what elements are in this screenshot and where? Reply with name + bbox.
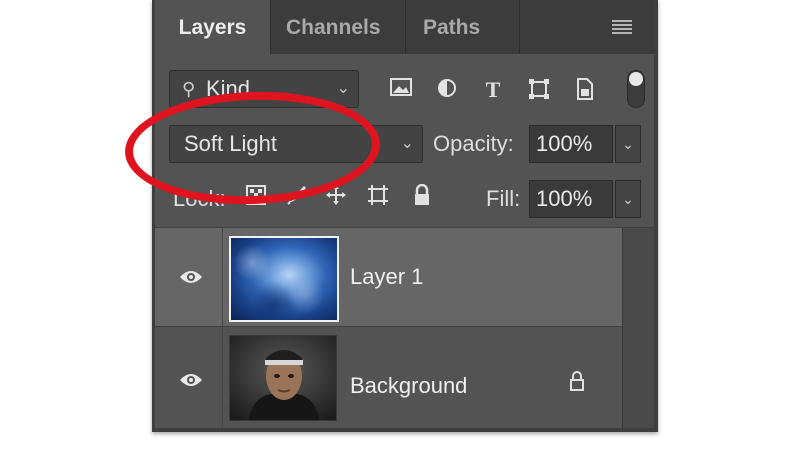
type-filter-icon[interactable]: T bbox=[481, 78, 505, 102]
tab-layers[interactable]: Layers bbox=[155, 0, 270, 54]
tab-divider bbox=[519, 0, 520, 54]
eye-icon[interactable] bbox=[179, 372, 203, 388]
layer-name[interactable]: Background bbox=[350, 373, 467, 399]
panel-menu-icon[interactable] bbox=[612, 20, 632, 34]
fill-input[interactable]: 100% bbox=[529, 180, 613, 218]
visibility-column bbox=[155, 228, 223, 326]
layer-row-layer-1[interactable]: Layer 1 bbox=[155, 228, 622, 326]
eye-icon[interactable] bbox=[179, 269, 203, 285]
panel-tab-bar: Layers Channels Paths bbox=[155, 0, 654, 54]
smart-object-filter-icon[interactable] bbox=[573, 78, 597, 102]
fill-dropdown-button[interactable]: ⌄ bbox=[615, 180, 641, 218]
chevron-down-icon: ⌄ bbox=[336, 80, 350, 97]
tab-divider bbox=[405, 0, 406, 54]
chevron-down-icon: ⌄ bbox=[400, 135, 414, 152]
filter-toggle-switch[interactable] bbox=[627, 70, 645, 108]
shape-filter-icon[interactable] bbox=[527, 78, 551, 102]
layers-panel: Layers Channels Paths ⚲ Kind ⌄ T Soft Li… bbox=[152, 0, 658, 432]
layer-name[interactable]: Layer 1 bbox=[350, 264, 423, 290]
layers-scrollbar[interactable] bbox=[622, 228, 654, 428]
opacity-input[interactable]: 100% bbox=[529, 125, 613, 163]
toggle-knob bbox=[629, 72, 643, 86]
lock-all-icon[interactable] bbox=[409, 183, 435, 214]
layer-lock-icon[interactable] bbox=[567, 371, 587, 393]
layer-thumbnail-portrait bbox=[229, 335, 337, 421]
image-filter-icon[interactable] bbox=[389, 78, 413, 102]
layer-thumbnail-texture bbox=[229, 236, 339, 322]
adjustment-filter-icon[interactable] bbox=[435, 78, 459, 102]
layer-row-background[interactable]: Background bbox=[155, 327, 622, 428]
fill-label: Fill: bbox=[486, 186, 521, 211]
visibility-column bbox=[155, 327, 223, 428]
lock-artboard-icon[interactable] bbox=[365, 184, 391, 214]
tab-divider bbox=[270, 0, 271, 54]
tab-channels[interactable]: Channels bbox=[286, 0, 381, 54]
opacity-dropdown-button[interactable]: ⌄ bbox=[615, 125, 641, 163]
tab-paths[interactable]: Paths bbox=[423, 0, 480, 54]
opacity-label: Opacity: bbox=[433, 131, 514, 156]
